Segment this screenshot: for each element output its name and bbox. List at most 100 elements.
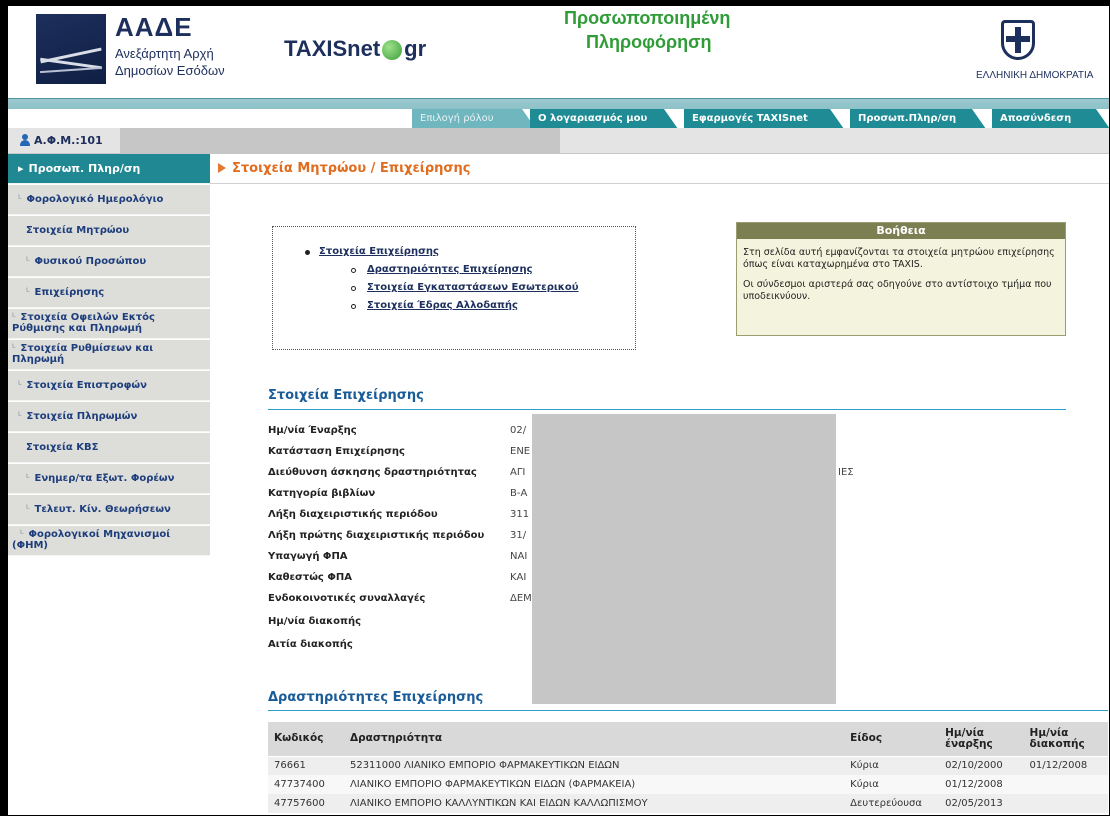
table-row: 76661 52311000 ΛΙΑΝΙΚΟ ΕΜΠΟΡΙΟ ΦΑΡΜΑΚΕΥΤ… xyxy=(268,756,1108,775)
cell-code: 47737400 xyxy=(268,775,344,794)
afm-bar: Α.Φ.Μ.:101 xyxy=(8,128,1109,154)
cell-end-date xyxy=(1023,775,1108,794)
tree-branch-icon: ᴸ xyxy=(12,312,16,323)
link-domestic-installations[interactable]: Στοιχεία Εγκαταστάσεων Εσωτερικού xyxy=(367,282,579,293)
cell-code: 76661 xyxy=(268,756,344,775)
table-row: 47757600 ΛΙΑΝΙΚΟ ΕΜΠΟΡΙΟ ΚΑΛΛΥΝΤΙΚΩΝ ΚΑΙ… xyxy=(268,794,1108,813)
tree-branch-icon: ᴸ xyxy=(20,529,24,540)
sidebar-item-label: Στοιχεία Πληρωμών xyxy=(26,411,138,422)
sidebar-item-debts[interactable]: ᴸ Στοιχεία Οφειλών Εκτός Ρύθμισης και Πληρ… xyxy=(8,309,210,339)
field-label-vat-status: Καθεστώς ΦΠΑ xyxy=(268,572,352,583)
table-row: 47737400 ΛΙΑΝΙΚΟ ΕΜΠΟΡΙΟ ΦΑΡΜΑΚΕΥΤΙΚΩΝ Ε… xyxy=(268,775,1108,794)
greek-emblem-icon xyxy=(1001,20,1035,60)
tab-logout[interactable]: Αποσύνδεση xyxy=(992,109,1110,129)
tree-branch-icon: ᴸ xyxy=(18,411,22,422)
taxisnet-logo-gr: gr xyxy=(404,36,427,61)
sidebar-item-payments[interactable]: ᴸ Στοιχεία Πληρωμών xyxy=(8,402,210,432)
sidebar-item-label: ᴸ Στοιχεία Οφειλών Εκτός Ρύθμισης και Πληρ… xyxy=(12,312,155,334)
help-title: Βοήθεια xyxy=(737,223,1065,239)
field-label-stop-reason: Αιτία διακοπής xyxy=(268,639,353,650)
section-divider xyxy=(268,710,1108,711)
field-label-intra-eu: Ενδοκοινοτικές συναλλαγές xyxy=(268,593,426,604)
field-label-books-category: Κατηγορία βιβλίων xyxy=(268,488,376,499)
page-title: Στοιχεία Μητρώου / Επιχείρησης xyxy=(232,161,471,176)
field-value-status: ΕΝΕ xyxy=(510,446,531,457)
cell-kind: Κύρια xyxy=(844,775,940,794)
triangle-right-icon: ▸ xyxy=(18,162,24,175)
sidebar-item-label: Στοιχεία ΚΒΣ xyxy=(26,442,99,453)
sidebar-item-label: Προσωπ. Πληρ/ση xyxy=(28,162,141,175)
cell-end-date: 01/12/2008 xyxy=(1023,756,1108,775)
field-label-status: Κατάσταση Επιχείρησης xyxy=(268,446,405,457)
cell-start-date: 02/05/2013 xyxy=(939,794,1024,813)
sidebar-item-arrangements[interactable]: ᴸ Στοιχεία Ρυθμίσεων και Πληρωμή xyxy=(8,340,210,370)
personalized-info-title-2: Πληροφόρηση xyxy=(586,32,712,52)
business-section-title: Στοιχεία Επιχείρησης xyxy=(268,388,424,403)
field-label-address: Διεύθυνση άσκησης δραστηριότητας xyxy=(268,467,477,478)
sidebar-item-tax-calendar[interactable]: ᴸ Φορολογικό Ημερολόγιο xyxy=(8,185,210,215)
field-value-first-period-end: 31/ xyxy=(510,530,527,541)
taxisnet-dot-icon xyxy=(382,40,403,61)
sidebar-item-refunds[interactable]: ᴸ Στοιχεία Επιστροφών xyxy=(8,371,210,401)
cell-start-date: 01/12/2008 xyxy=(939,775,1024,794)
personalized-info-title-1: Προσωποποιημένη xyxy=(564,8,731,28)
tree-branch-icon: ᴸ xyxy=(12,343,16,354)
sidebar-item-label: ᴸ Στοιχεία Ρυθμίσεων και Πληρωμή xyxy=(12,343,154,365)
hellenic-republic-label: ΕΛΛΗΝΙΚΗ ΔΗΜΟΚΡΑΤΙΑ xyxy=(976,70,1094,81)
taxisnet-logo-text: TAXISnet xyxy=(284,36,381,61)
sidebar-item-business[interactable]: ᴸ Επιχείρησης xyxy=(8,278,210,308)
field-value-books-category: Β-Α xyxy=(510,488,528,499)
link-business-details[interactable]: Στοιχεία Επιχείρησης xyxy=(319,246,439,257)
sidebar-item-external-updates[interactable]: ᴸ Ενημερ/τα Εξωτ. Φορέων xyxy=(8,464,210,494)
sidebar-item-label: ᴸ Φορολογικοί Μηχανισμοί (ΦΗΜ) xyxy=(12,529,171,551)
cell-activity: ΛΙΑΝΙΚΟ ΕΜΠΟΡΙΟ ΚΑΛΛΥΝΤΙΚΩΝ ΚΑΙ ΕΙΔΩΝ ΚΑ… xyxy=(343,794,845,813)
triangle-right-icon xyxy=(218,163,226,173)
user-icon xyxy=(20,134,30,146)
sidebar-item-label: Επιχείρησης xyxy=(34,287,105,298)
tab-taxisnet-apps[interactable]: Εφαρμογές TAXISnet xyxy=(684,109,844,129)
cell-kind: Κύρια xyxy=(844,756,940,775)
tree-branch-icon: ᴸ xyxy=(18,194,22,205)
sidebar-item-kvs[interactable]: Στοιχεία ΚΒΣ xyxy=(8,433,210,463)
activities-table: Κωδικός Δραστηριότητα Είδος Ημ/νία έναρξη… xyxy=(268,722,1108,813)
bullet-icon xyxy=(351,304,356,309)
cell-start-date: 02/10/2000 xyxy=(939,756,1024,775)
aade-title: ΑΑΔΕ xyxy=(115,12,193,42)
site-header: ΑΑΔΕ Ανεξάρτητη Αρχή Δημοσίων Εσόδων TAX… xyxy=(8,6,1109,98)
sidebar: ▸ Προσωπ. Πληρ/ση ᴸ Φορολογικό Ημερολόγιο … xyxy=(8,154,210,815)
main-content: Στοιχεία Μητρώου / Επιχείρησης Στοιχεία … xyxy=(210,154,1109,815)
sidebar-item-label: Φορολογικό Ημερολόγιο xyxy=(26,194,164,205)
tree-branch-icon: ᴸ xyxy=(26,473,30,484)
sidebar-item-last-validations[interactable]: ᴸ Τελευτ. Κίν. Θεωρήσεων xyxy=(8,495,210,525)
bullet-icon xyxy=(305,250,310,255)
sidebar-item-registry[interactable]: Στοιχεία Μητρώου xyxy=(8,216,210,246)
field-value-vat-subject: ΝΑΙ xyxy=(510,551,528,562)
tab-personal-info[interactable]: Προσωπ.Πληρ/ση xyxy=(850,109,986,129)
field-label-vat-subject: Υπαγωγή ΦΠΑ xyxy=(268,551,348,562)
tab-my-account[interactable]: Ο λογαριασμός μου xyxy=(530,109,678,129)
sidebar-item-label: Φυσικού Προσώπου xyxy=(34,256,147,267)
help-text-1: Στη σελίδα αυτή εμφανίζονται τα στοιχεία… xyxy=(743,247,1055,270)
aade-logo-icon xyxy=(36,14,106,84)
sidebar-item-natural-person[interactable]: ᴸ Φυσικού Προσώπου xyxy=(8,247,210,277)
link-foreign-seat[interactable]: Στοιχεία Έδρας Αλλοδαπής xyxy=(367,300,518,311)
tab-role-selection[interactable]: Επιλογή ρόλου xyxy=(412,109,536,129)
sidebar-item-fiscal-devices[interactable]: ᴸ Φορολογικοί Μηχανισμοί (ΦΗΜ) xyxy=(8,526,210,556)
link-business-activities[interactable]: Δραστηριότητες Επιχείρησης xyxy=(367,264,533,275)
sidebar-item-personal-info[interactable]: ▸ Προσωπ. Πληρ/ση xyxy=(8,154,210,184)
col-header-start-date: Ημ/νία έναρξης xyxy=(939,722,1024,757)
cell-kind: Δευτερεύουσα xyxy=(844,794,940,813)
field-label-stop-date: Ημ/νία διακοπής xyxy=(268,616,362,627)
sidebar-item-label: Στοιχεία Επιστροφών xyxy=(26,380,147,391)
cell-code: 47757600 xyxy=(268,794,344,813)
sidebar-item-label: Ενημερ/τα Εξωτ. Φορέων xyxy=(34,473,175,484)
bullet-icon xyxy=(351,286,356,291)
tree-branch-icon: ᴸ xyxy=(26,287,30,298)
page-header: Στοιχεία Μητρώου / Επιχείρησης xyxy=(210,154,1109,184)
section-divider xyxy=(268,409,1066,410)
field-label-fiscal-period-end: Λήξη διαχειριστικής περιόδου xyxy=(268,509,438,520)
section-links-box: Στοιχεία Επιχείρησης Δραστηριότητες Επιχ… xyxy=(272,226,636,350)
top-nav-bar: Επιλογή ρόλου Ο λογαριασμός μου Εφαρμογέ… xyxy=(8,98,1110,129)
field-label-start-date: Ημ/νία Έναρξης xyxy=(268,425,357,436)
sidebar-item-label: Τελευτ. Κίν. Θεωρήσεων xyxy=(34,504,171,515)
